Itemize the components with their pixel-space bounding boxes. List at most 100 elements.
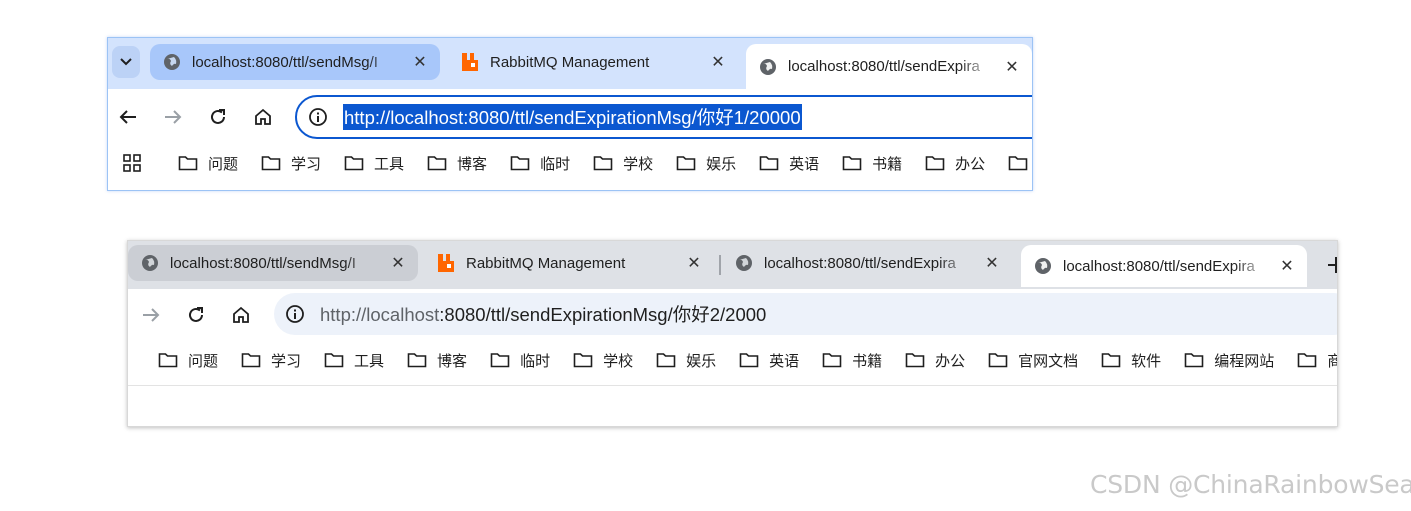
close-icon[interactable]: ✕ [410, 52, 430, 72]
browser-window-1: localhost:8080/ttl/sendMsg/I ✕ RabbitMQ … [107, 37, 1033, 191]
site-info-icon[interactable] [307, 106, 329, 128]
bookmark-label: 书籍 [872, 155, 903, 173]
bookmark-folder[interactable]: 博客 [427, 153, 487, 174]
folder-icon [842, 156, 862, 171]
bookmark-label: 博客 [457, 155, 488, 173]
plus-icon [1328, 257, 1337, 273]
bookmark-label: 软件 [1131, 352, 1162, 370]
url-text[interactable]: http://localhost:8080/ttl/sendExpiration… [320, 301, 766, 327]
tab-sendmsg[interactable]: localhost:8080/ttl/sendMsg/I ✕ [150, 44, 440, 80]
tab-title: localhost:8080/ttl/sendExpira [764, 254, 956, 272]
bookmark-folder[interactable]: 学习 [241, 350, 301, 371]
bookmark-folder[interactable]: 办公 [905, 350, 965, 371]
back-button[interactable] [113, 102, 143, 132]
folder-icon [759, 156, 779, 171]
bookmark-folder[interactable]: 英语 [759, 153, 819, 174]
folder-icon [822, 353, 842, 368]
tab-sendexpiration-active[interactable]: localhost:8080/ttl/sendExpira ✕ [746, 44, 1032, 89]
tab-rabbitmq[interactable]: RabbitMQ Management ✕ [424, 245, 714, 281]
url-path: :8080/ttl/sendExpirationMsg/你好2/2000 [439, 304, 767, 325]
bookmark-folder[interactable]: 书籍 [822, 350, 882, 371]
forward-arrow-icon [165, 110, 182, 124]
close-icon[interactable]: ✕ [708, 52, 728, 72]
bookmark-label: 问题 [208, 155, 239, 173]
bookmark-label: 官网文档 [1018, 352, 1079, 370]
reload-button[interactable] [203, 102, 233, 132]
url-text[interactable]: http://localhost:8080/ttl/sendExpiration… [343, 104, 802, 130]
site-info-icon[interactable] [284, 303, 306, 325]
bookmark-folders: 问题 学习 工具 博客 临时 学校 娱乐 英语 书籍 办公 官网文档 软件 编程网站 商 [158, 350, 1337, 371]
bookmarks-bar: 问题 学习 工具 博客 临时 学校 娱乐 英语 书籍 办公 [108, 145, 1032, 181]
close-icon[interactable]: ✕ [684, 253, 704, 273]
folder-icon [261, 156, 281, 171]
bookmark-label: 工具 [374, 155, 405, 173]
bookmark-label: 办公 [955, 155, 986, 173]
bookmark-folder[interactable]: 软件 [1101, 350, 1161, 371]
reload-icon [189, 307, 203, 322]
bookmark-folder[interactable]: 学校 [593, 153, 653, 174]
bookmark-label: 临时 [540, 155, 571, 173]
bookmark-folder[interactable]: 工具 [324, 350, 384, 371]
bookmark-folder[interactable]: 问题 [158, 350, 218, 371]
tab-search-button[interactable] [112, 46, 140, 78]
tab-rabbitmq[interactable]: RabbitMQ Management ✕ [448, 44, 738, 80]
globe-icon [1033, 256, 1053, 276]
close-icon[interactable]: ✕ [1277, 256, 1297, 276]
tab-sendexpiration[interactable]: localhost:8080/ttl/sendExpira ✕ [722, 245, 1012, 281]
bookmark-folder[interactable]: 学习 [261, 153, 321, 174]
folder-icon [407, 353, 427, 368]
tab-sendexpiration-active[interactable]: localhost:8080/ttl/sendExpira ✕ [1021, 245, 1307, 287]
bookmark-folder[interactable]: 娱乐 [656, 350, 716, 371]
address-bar[interactable]: http://localhost:8080/ttl/sendExpiration… [274, 293, 1337, 335]
bookmark-label: 学校 [603, 352, 634, 370]
forward-arrow-icon [143, 308, 160, 322]
bookmark-folder[interactable]: 问题 [178, 153, 238, 174]
bookmark-label: 博客 [437, 352, 468, 370]
reload-button[interactable] [181, 300, 211, 330]
rabbitmq-icon [460, 52, 480, 72]
tab-title: localhost:8080/ttl/sendExpira [788, 58, 980, 75]
bookmark-folder[interactable]: 官网文档 [988, 350, 1078, 371]
bookmark-label: 工具 [354, 352, 385, 370]
folder-icon [573, 353, 593, 368]
apps-grid-icon[interactable] [122, 152, 142, 174]
folder-icon [925, 156, 945, 171]
forward-button[interactable] [158, 102, 188, 132]
bookmark-folder[interactable]: 书籍 [842, 153, 902, 174]
address-bar[interactable]: http://localhost:8080/ttl/sendExpiration… [295, 95, 1032, 139]
reload-icon [211, 109, 225, 124]
bookmark-folder[interactable]: 编程网站 [1184, 350, 1274, 371]
tab-sendmsg[interactable]: localhost:8080/ttl/sendMsg/I ✕ [128, 245, 418, 281]
bookmark-folder[interactable]: 商 [1297, 350, 1337, 371]
close-icon[interactable]: ✕ [1002, 57, 1022, 77]
bookmark-folder[interactable]: 学校 [573, 350, 633, 371]
close-icon[interactable]: ✕ [388, 253, 408, 273]
bookmark-label: 娱乐 [686, 352, 717, 370]
bookmark-folder[interactable]: 临时 [490, 350, 550, 371]
bookmark-label: 书籍 [852, 352, 883, 370]
bookmark-folder[interactable] [1008, 155, 1032, 171]
home-button[interactable] [248, 102, 278, 132]
tab-separator [719, 255, 721, 275]
bookmark-folder[interactable]: 博客 [407, 350, 467, 371]
watermark: CSDN @ChinaRainbowSea [1090, 470, 1411, 499]
close-icon[interactable]: ✕ [982, 253, 1002, 273]
bookmark-label: 学习 [271, 352, 302, 370]
content-divider [128, 385, 1337, 386]
chevron-down-icon [120, 58, 132, 66]
bookmark-folder[interactable]: 办公 [925, 153, 985, 174]
home-button[interactable] [226, 300, 256, 330]
globe-icon [162, 52, 182, 72]
folder-icon [344, 156, 364, 171]
folder-icon [656, 353, 676, 368]
bookmark-label: 英语 [789, 155, 820, 173]
toolbar: http://localhost:8080/ttl/sendExpiration… [128, 289, 1337, 341]
bookmark-folder[interactable]: 临时 [510, 153, 570, 174]
toolbar: http://localhost:8080/ttl/sendExpiration… [108, 89, 1032, 145]
bookmark-folder[interactable]: 娱乐 [676, 153, 736, 174]
forward-button[interactable] [136, 300, 166, 330]
folder-icon [1184, 353, 1204, 368]
new-tab-button[interactable] [1326, 253, 1337, 277]
bookmark-folder[interactable]: 工具 [344, 153, 404, 174]
bookmark-folder[interactable]: 英语 [739, 350, 799, 371]
